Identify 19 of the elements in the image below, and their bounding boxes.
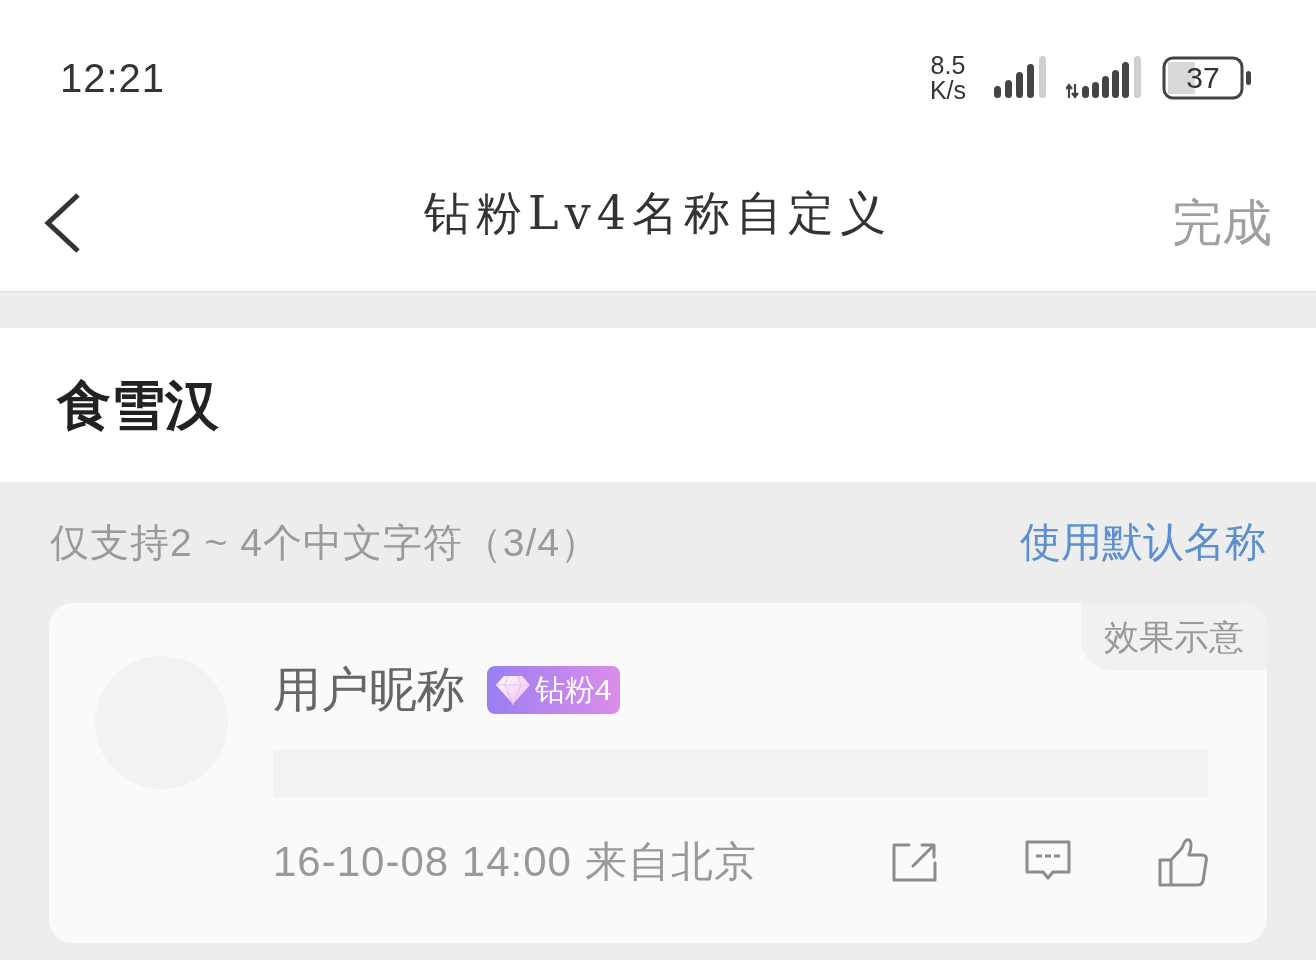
network-speed-text: 8.5 xyxy=(930,52,966,78)
signal-icon xyxy=(994,55,1046,100)
nickname-text: 用户昵称 xyxy=(273,666,465,714)
diamond-icon xyxy=(495,675,531,705)
hint-text: 仅支持2 ~ 4个中文字符（3/4） xyxy=(50,523,601,562)
name-input-field[interactable]: 食雪汉 xyxy=(0,328,1316,482)
done-button[interactable]: 完成 xyxy=(1172,198,1272,248)
post-meta-text: 16-10-08 14:00 来自北京 xyxy=(273,841,757,883)
signal-icon xyxy=(1066,55,1142,100)
battery-percent: 37 xyxy=(1186,62,1220,93)
page-title: 钻粉Lv4名称自定义 xyxy=(424,185,892,242)
network-speed-text: K/s xyxy=(929,77,966,103)
preview-tag: 效果示意 xyxy=(1081,603,1267,670)
badge-text: 钻粉4 xyxy=(535,675,612,705)
status-time: 12:21 xyxy=(60,57,166,98)
thumbs-up-icon[interactable] xyxy=(1158,837,1208,887)
battery-icon xyxy=(1162,55,1252,100)
share-icon[interactable] xyxy=(890,841,938,883)
default-name-link[interactable]: 使用默认名称 xyxy=(1020,522,1266,563)
